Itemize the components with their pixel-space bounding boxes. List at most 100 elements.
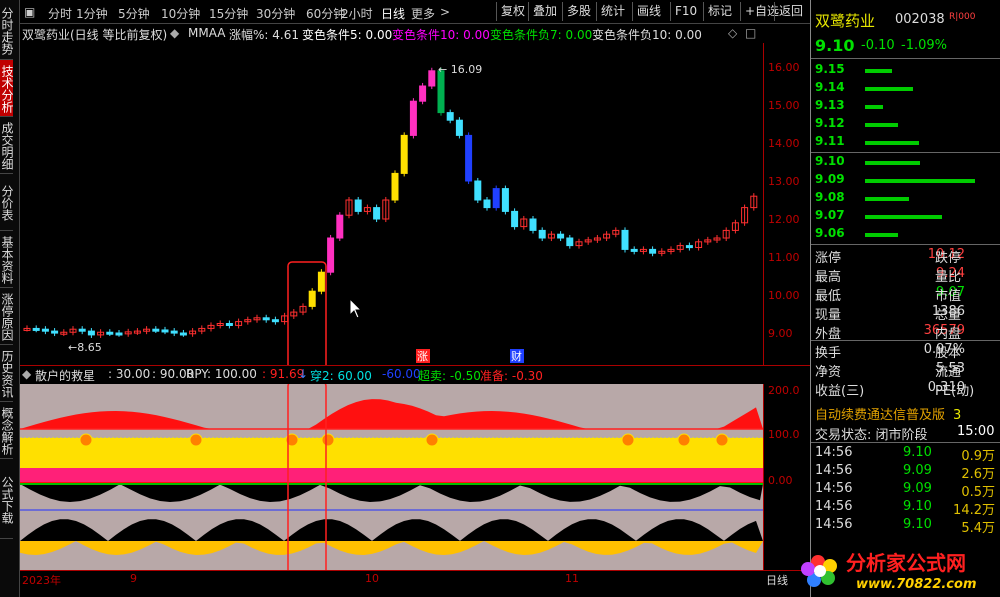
date-label: 9 bbox=[130, 572, 137, 585]
ask-price: 9.13 bbox=[815, 98, 845, 112]
period-tab[interactable]: 日线 bbox=[381, 5, 405, 22]
candle bbox=[87, 330, 95, 336]
stat-row: 外盘 36579 内盘 bbox=[815, 323, 997, 342]
up5-label: 变色条件5: 0.00 bbox=[302, 28, 393, 42]
divider bbox=[811, 58, 1000, 59]
toolbar-button[interactable]: 多股 bbox=[562, 2, 595, 21]
event-marker-label: 财 bbox=[511, 349, 522, 363]
candle bbox=[538, 229, 546, 239]
stat-row: 最高 9.24 量比 bbox=[815, 266, 997, 285]
toolbar-button[interactable]: 返回 bbox=[774, 2, 807, 21]
stat-label: 净资 bbox=[815, 365, 842, 380]
ask-price: 9.12 bbox=[815, 116, 845, 130]
quote-panel: 双鹭药业 002038 R|000 9.10 -0.10 -1.09% 9.15… bbox=[810, 0, 1000, 597]
stat-row: 现量 1386 总量 bbox=[815, 304, 997, 323]
signal-icon bbox=[715, 433, 729, 447]
period-tab[interactable]: 更多 bbox=[411, 5, 435, 22]
tick-time: 14:56 bbox=[815, 517, 853, 532]
date-label: 2023年 bbox=[22, 574, 61, 587]
indicator-v1: : 30.00 bbox=[108, 367, 151, 381]
stat-label: 最低 bbox=[815, 289, 842, 304]
divider bbox=[811, 340, 1000, 341]
toolbar-button[interactable]: 统计 bbox=[596, 2, 629, 21]
promo-link[interactable]: 自动续费通达信普及版 3 bbox=[815, 404, 961, 423]
candle bbox=[354, 199, 362, 212]
stat-label-right: 股本 bbox=[935, 346, 962, 361]
candle bbox=[465, 134, 473, 182]
tick-price: 9.10 bbox=[903, 445, 932, 460]
dn7-label: 变色条件负7: 0.00 bbox=[490, 28, 593, 42]
stat-row: 涨停 10.12 跌停 bbox=[815, 247, 997, 266]
stat-label-right: 总量 bbox=[935, 308, 962, 323]
candle bbox=[621, 229, 629, 250]
bid-volume-bar bbox=[865, 161, 920, 165]
tick-row: 14:56 9.09 2.6万 bbox=[815, 463, 997, 482]
toolbar-button[interactable]: F10 bbox=[670, 2, 701, 21]
collapse-icon[interactable]: ◆ bbox=[170, 26, 179, 40]
bid-volume-bar bbox=[865, 215, 942, 219]
indicator-chart[interactable] bbox=[20, 384, 763, 570]
promo-count: 3 bbox=[953, 408, 962, 423]
period-tab[interactable]: 1分钟 bbox=[76, 5, 108, 22]
side-tab[interactable]: 基本资料 bbox=[0, 231, 14, 288]
period-label: 日线 bbox=[766, 574, 788, 587]
period-tab[interactable]: 10分钟 bbox=[161, 5, 200, 22]
candle bbox=[483, 199, 491, 209]
side-tab[interactable]: 公式下载 bbox=[0, 459, 14, 539]
trade-status-time: 15:00 bbox=[957, 424, 995, 439]
toolbar-button[interactable]: 标记 bbox=[703, 2, 736, 21]
candle bbox=[225, 323, 233, 326]
event-marker-label: 涨 bbox=[417, 350, 428, 363]
watermark-text: 分析家公式网 bbox=[846, 551, 966, 575]
side-tab[interactable]: 分时走势 bbox=[0, 0, 14, 60]
period-tab[interactable]: 60分钟 bbox=[306, 5, 345, 22]
indicator-toggle-icon[interactable]: ◆ bbox=[22, 367, 31, 381]
bid-row: 9.09 bbox=[815, 172, 997, 190]
side-tab[interactable]: 概念解析 bbox=[0, 402, 14, 459]
settings-icon[interactable]: ◇ bbox=[728, 26, 737, 40]
period-tab[interactable]: 15分钟 bbox=[209, 5, 248, 22]
candle bbox=[327, 237, 335, 273]
toolbar-button[interactable]: 画线 bbox=[632, 2, 665, 21]
period-tab[interactable]: 分时 bbox=[48, 5, 72, 22]
stat-label-right: 市值 bbox=[935, 289, 962, 304]
signal-icon bbox=[425, 433, 439, 447]
candle bbox=[373, 207, 381, 220]
side-tab[interactable]: 涨停原因 bbox=[0, 288, 14, 345]
period-tab[interactable]: 5分钟 bbox=[118, 5, 150, 22]
stat-row: 换手 0.97% 股本 bbox=[815, 342, 997, 361]
side-tab[interactable]: 分价表 bbox=[0, 174, 14, 231]
indicator-header: ◆ 散户的救星 : 30.00 : 90.00 RPY: 100.00 : 91… bbox=[20, 365, 810, 383]
candle bbox=[115, 332, 123, 336]
toolbar-button[interactable]: 叠加 bbox=[528, 2, 561, 21]
candle bbox=[437, 70, 445, 114]
more-chevron-icon[interactable]: > bbox=[440, 5, 450, 19]
ask-row: 9.14 bbox=[815, 80, 997, 98]
close-icon[interactable]: □ bbox=[745, 26, 756, 40]
stat-label: 换手 bbox=[815, 346, 842, 361]
tick-time: 14:56 bbox=[815, 481, 853, 496]
signal-icon bbox=[621, 433, 635, 447]
candle bbox=[391, 172, 399, 201]
indicator-tick: 100.0 bbox=[768, 428, 800, 441]
candle bbox=[511, 210, 519, 228]
indicator-chuan: 穿2: 60.00 bbox=[310, 369, 372, 383]
menu-icon[interactable]: ▣ bbox=[24, 5, 35, 19]
toolbar-button[interactable]: 复权 bbox=[496, 2, 529, 21]
period-tab[interactable]: 2小时 bbox=[341, 5, 373, 22]
divider bbox=[811, 152, 1000, 153]
price-axis: 16.00 15.00 14.00 13.00 12.00 11.00 10.00 9.00 bbox=[763, 43, 810, 365]
price-tick: 10.00 bbox=[768, 289, 800, 302]
side-tab[interactable]: 历史资讯 bbox=[0, 345, 14, 402]
candle bbox=[492, 188, 500, 209]
side-tab[interactable]: 成交明细 bbox=[0, 117, 14, 174]
area-magenta bbox=[20, 468, 763, 482]
side-tab[interactable]: 技术分析 bbox=[0, 60, 14, 117]
indicator-arrow: ↓ bbox=[298, 367, 309, 381]
candlestick-chart[interactable]: ← 16.09 ←8.65 涨 财 bbox=[20, 43, 763, 365]
area-black bbox=[20, 484, 763, 502]
period-tab[interactable]: 30分钟 bbox=[256, 5, 295, 22]
stat-label: 收益(三) bbox=[815, 384, 865, 399]
promo-text: 自动续费通达信普及版 bbox=[815, 408, 946, 423]
low-label: ←8.65 bbox=[68, 341, 102, 354]
